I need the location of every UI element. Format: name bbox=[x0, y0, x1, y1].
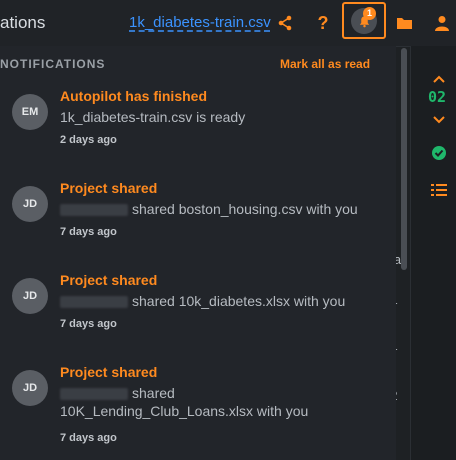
avatar: JD bbox=[12, 278, 48, 314]
notification-title[interactable]: Project shared bbox=[60, 364, 157, 380]
avatar: JD bbox=[12, 186, 48, 222]
share-icon[interactable] bbox=[273, 11, 297, 35]
notification-title[interactable]: Autopilot has finished bbox=[60, 88, 207, 104]
check-circle-icon[interactable] bbox=[431, 145, 447, 166]
notifications-panel: NOTIFICATIONS Mark all as read EM Autopi… bbox=[0, 46, 396, 460]
notification-body-text: 10K_Lending_Club_Loans.xlsx with you bbox=[60, 403, 309, 419]
notification-title[interactable]: Project shared bbox=[60, 272, 157, 288]
notification-time: 7 days ago bbox=[60, 318, 117, 330]
mark-all-read-button[interactable]: Mark all as read bbox=[280, 57, 370, 71]
folder-icon[interactable] bbox=[392, 11, 416, 35]
notification-time: 7 days ago bbox=[60, 432, 117, 444]
notification-time: 7 days ago bbox=[60, 226, 117, 238]
dataset-name-link[interactable]: 1k_diabetes-train.csv bbox=[129, 14, 271, 31]
notifications-button[interactable]: 1 bbox=[342, 2, 386, 39]
notification-body: 1k_diabetes-train.csv is ready bbox=[60, 109, 246, 125]
avatar: JD bbox=[12, 370, 48, 406]
notification-body: shared 10K_Lending_Club_Loans.xlsx with y… bbox=[60, 384, 370, 420]
redacted-user-name bbox=[60, 296, 128, 309]
notifications-title: NOTIFICATIONS bbox=[0, 57, 106, 71]
scrollbar[interactable] bbox=[401, 48, 407, 270]
notification-time: 2 days ago bbox=[60, 134, 117, 146]
notification-body-text: shared boston_housing.csv with you bbox=[132, 201, 358, 217]
redacted-user-name bbox=[60, 204, 128, 217]
top-bar: ations 1k_diabetes-train.csv ? 1 bbox=[0, 0, 456, 47]
avatar: EM bbox=[12, 94, 48, 130]
notification-count-badge: 1 bbox=[363, 7, 376, 20]
right-rail bbox=[410, 46, 456, 460]
workers-counter: 02 bbox=[428, 88, 447, 106]
redacted-user-name bbox=[60, 388, 128, 401]
user-icon[interactable] bbox=[430, 11, 454, 35]
notification-body-text: shared bbox=[132, 385, 175, 401]
notification-body-text: shared 10k_diabetes.xlsx with you bbox=[132, 293, 346, 309]
help-icon[interactable]: ? bbox=[311, 11, 335, 35]
notification-title[interactable]: Project shared bbox=[60, 180, 157, 196]
notification-body: shared boston_housing.csv with you bbox=[60, 200, 370, 218]
chevron-up-icon[interactable] bbox=[433, 70, 445, 88]
chevron-down-icon[interactable] bbox=[433, 111, 445, 129]
notification-body: shared 10k_diabetes.xlsx with you bbox=[60, 292, 370, 310]
list-icon[interactable] bbox=[431, 183, 447, 202]
app-title: ations bbox=[0, 13, 46, 32]
